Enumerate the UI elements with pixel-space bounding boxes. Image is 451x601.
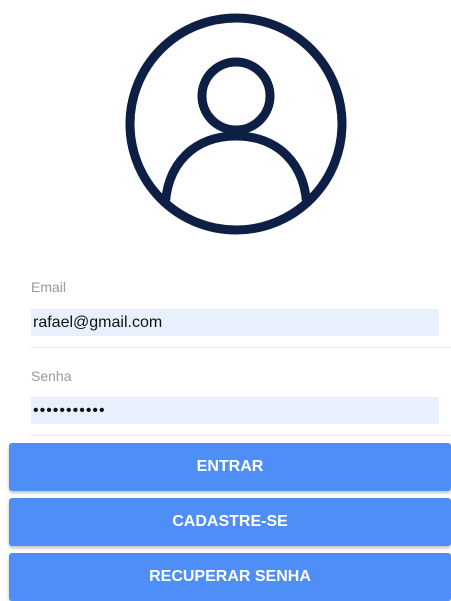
password-field[interactable]: [31, 397, 439, 424]
password-label: Senha: [31, 368, 72, 384]
avatar: [124, 12, 348, 236]
password-divider: [31, 435, 451, 436]
signup-button[interactable]: CADASTRE-SE: [9, 498, 451, 546]
email-divider: [31, 347, 451, 348]
user-circle-icon: [125, 13, 347, 235]
email-label: Email: [31, 279, 67, 295]
email-field[interactable]: [31, 309, 439, 336]
login-button[interactable]: ENTRAR: [9, 443, 451, 491]
recover-password-button[interactable]: RECUPERAR SENHA: [9, 553, 451, 601]
